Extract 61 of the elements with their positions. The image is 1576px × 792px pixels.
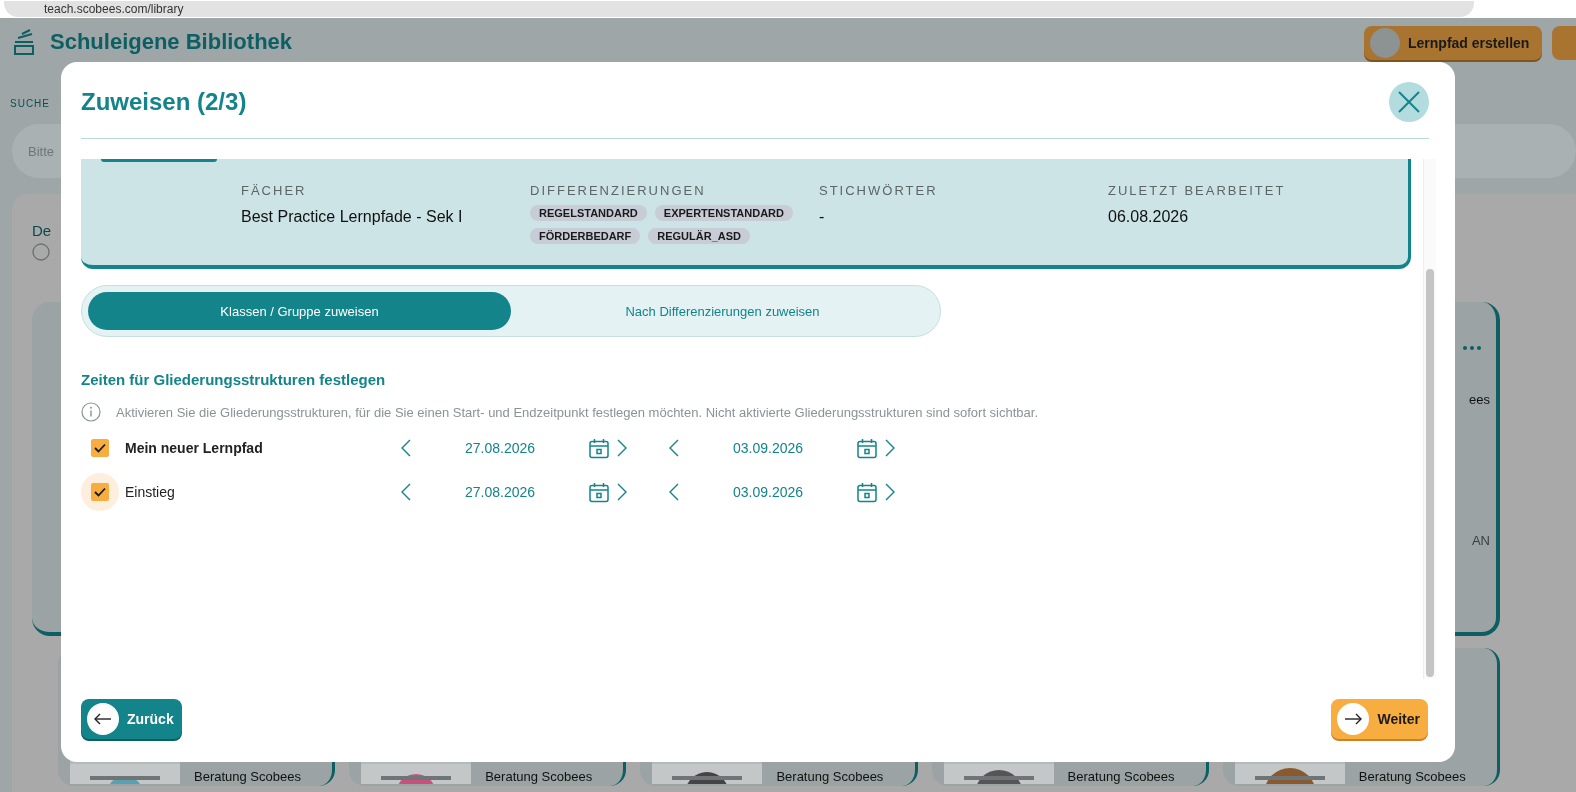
section-label: De [32,222,52,239]
calendar-icon [589,481,609,503]
info-icon [81,402,101,422]
card-author: Beratung Scobees [194,769,301,784]
calendar-icon [857,481,877,503]
chevron-right-icon [885,483,895,501]
arrow-left-icon [94,713,112,725]
dialog-title: Zuweisen (2/3) [81,88,247,116]
tag: REGULÄR_ASD [648,228,750,244]
info-text: Aktivieren Sie die Gliederungsstrukturen, für die Sie einen Start- und Endzeitpunkt festlegen möchten. Nicht aktivierte Gliederungsstrukturen sind sofort sichtbar. [116,404,1039,420]
date-value[interactable]: 03.09.2026 [683,484,853,500]
date-value[interactable]: 27.08.2026 [415,440,585,456]
chevron-right-icon [617,439,627,457]
tag: EXPERTENSTANDARD [654,205,793,221]
field-label: STICHWÖRTER [819,183,939,198]
check-icon [94,443,106,453]
arrow-right-icon [1344,713,1363,725]
field-value: Best Practice Lernpfade - Sek I [241,208,464,226]
date-value[interactable]: 27.08.2026 [415,484,585,500]
calendar-icon [589,437,609,459]
url-text: teach.scobees.com/library [44,2,184,16]
field-value: 06.08.2026 [1108,208,1190,226]
card-author: Beratung Scobees [485,769,593,784]
tag: REGELSTANDARD [530,205,647,221]
page-title: Schuleigene Bibliothek [50,29,293,55]
chevron-left-icon [669,439,679,457]
more-icon [1462,345,1482,351]
tag: FÖRDERBEDARF [530,228,641,244]
tab[interactable]: Nach Differenzierungen zuweisen [511,292,934,330]
next-button[interactable]: Weiter [1331,699,1428,739]
back-button[interactable]: Zurück [81,699,182,739]
chevron-right-icon [885,439,895,457]
field-value: - [819,208,826,226]
chevron-left-icon [401,439,411,457]
scrollbar[interactable] [1423,159,1436,679]
info-icon [32,243,50,261]
field-label: ZULETZT BEARBEITET [1108,183,1287,198]
section-title: Zeiten für Gliederungsstrukturen festlegen [81,371,387,388]
card-author: ees [1469,392,1490,407]
close-button[interactable] [1389,82,1429,122]
close-icon [1398,91,1420,113]
chevron-left-icon [669,483,679,501]
search-label: SUCHE [10,97,50,111]
tab[interactable]: Klassen / Gruppe zuweisen [88,292,511,330]
card-author: Beratung Scobees [1358,769,1466,784]
create-button[interactable]: Lernpfad erstellen [1364,26,1542,60]
card-author: Beratung Scobees [1067,769,1175,784]
address-bar[interactable]: teach.scobees.com/library [4,1,1474,17]
structure-name: Einstieg [124,484,176,500]
calendar-icon [857,437,877,459]
date-value[interactable]: 03.09.2026 [683,440,853,456]
chevron-left-icon [401,483,411,501]
checkbox[interactable] [91,483,109,501]
checkbox[interactable] [91,439,109,457]
card-tag: AN [1471,533,1490,548]
structure-name: Mein neuer Lernpfad [124,440,264,456]
field-label: FÄCHER [241,183,308,198]
field-label: DIFFERENZIERUNGEN [530,183,707,198]
card-author: Beratung Scobees [776,769,884,784]
check-icon [94,487,106,497]
chevron-right-icon [617,483,627,501]
